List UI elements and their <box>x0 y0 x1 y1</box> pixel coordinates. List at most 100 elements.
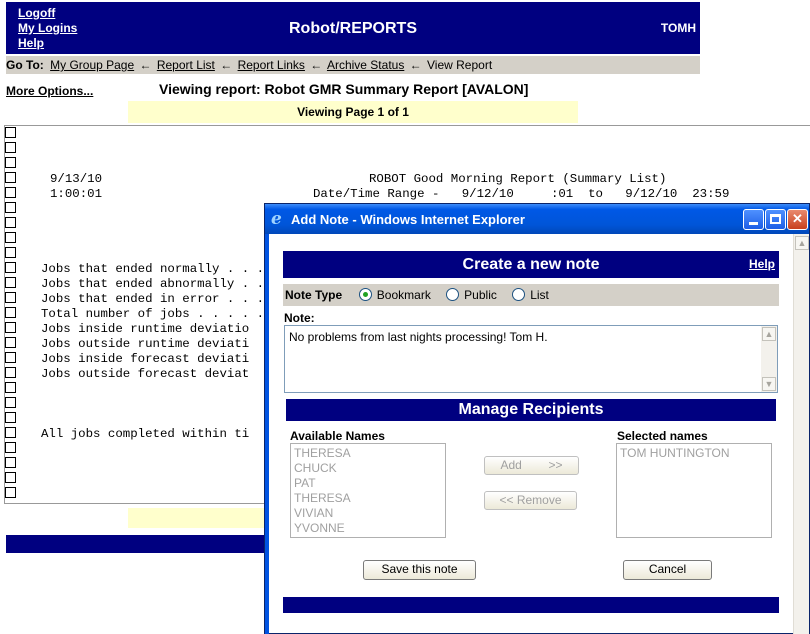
line-checkbox[interactable] <box>5 412 16 423</box>
note-type-bookmark[interactable]: Bookmark <box>358 288 431 302</box>
arrow-left-icon: ← <box>139 58 152 72</box>
app-title: Robot/REPORTS <box>289 20 417 37</box>
line-checkbox[interactable] <box>5 352 16 363</box>
line-checkbox[interactable] <box>5 307 16 318</box>
goto-breadcrumb: Go To: My Group Page ← Report List ← Rep… <box>6 56 700 74</box>
dialog-scrollbar[interactable]: ▲ <box>793 234 809 634</box>
page-prefix: Viewing Page <box>297 105 375 119</box>
list-item[interactable]: THERESA <box>294 446 442 461</box>
selected-names-list[interactable]: TOM HUNTINGTON <box>616 443 772 538</box>
report-date: 9/13/10 <box>50 172 103 186</box>
note-type-public[interactable]: Public <box>446 288 497 302</box>
report-row: Jobs inside forecast deviati <box>41 352 250 366</box>
list-item[interactable]: THERESA <box>294 491 442 506</box>
note-type-label: Note Type <box>285 288 343 302</box>
line-checkbox[interactable] <box>5 442 16 453</box>
logoff-link[interactable]: Logoff <box>18 6 77 21</box>
close-icon: ✕ <box>792 211 803 226</box>
line-checkbox[interactable] <box>5 472 16 483</box>
line-checkbox[interactable] <box>5 217 16 228</box>
line-checkbox[interactable] <box>5 487 16 498</box>
more-options-link[interactable]: More Options... <box>6 84 93 98</box>
line-checkbox[interactable] <box>5 292 16 303</box>
page-indicator: Viewing Page 1 of 1 <box>128 101 578 123</box>
line-checkbox[interactable] <box>5 397 16 408</box>
available-names-list[interactable]: THERESA CHUCK PAT THERESA VIVIAN YVONNE <box>290 443 446 538</box>
report-time: 1:00:01 <box>50 187 103 201</box>
page-total: 1 <box>402 105 409 119</box>
note-type-bookmark-label: Bookmark <box>376 288 431 302</box>
close-button[interactable]: ✕ <box>787 209 808 230</box>
line-checkbox[interactable] <box>5 247 16 258</box>
report-row: Jobs outside runtime deviati <box>41 337 250 351</box>
manage-recipients-header: Manage Recipients <box>286 399 776 421</box>
note-textarea[interactable]: No problems from last nights processing!… <box>284 325 778 393</box>
dialog-titlebar[interactable]: e Add Note - Windows Internet Explorer ✕ <box>265 204 809 234</box>
dialog-body: Create a new note Help Note Type Bookmar… <box>269 234 797 632</box>
minimize-button[interactable] <box>743 209 764 230</box>
help-link[interactable]: Help <box>18 36 77 51</box>
add-recipient-button[interactable]: Add >> <box>484 456 579 475</box>
line-checkbox[interactable] <box>5 187 16 198</box>
scroll-up-icon[interactable]: ▲ <box>795 236 809 250</box>
report-row: Jobs that ended normally . . . <box>41 262 265 276</box>
cancel-button[interactable]: Cancel <box>623 560 712 580</box>
report-divider-bottom <box>4 503 266 504</box>
line-checkbox[interactable] <box>5 382 16 393</box>
line-checkbox[interactable] <box>5 202 16 213</box>
radio-selected-icon[interactable] <box>358 288 372 301</box>
report-row: Jobs that ended abnormally . . <box>41 277 265 291</box>
save-note-button[interactable]: Save this note <box>363 560 476 580</box>
list-item[interactable]: YVONNE <box>294 521 442 536</box>
note-scrollbar[interactable]: ▲ ▼ <box>761 326 777 392</box>
radio-icon[interactable] <box>512 288 526 301</box>
line-checkbox[interactable] <box>5 262 16 273</box>
report-row: Jobs that ended in error . . . <box>41 292 265 306</box>
list-item[interactable]: TOM HUNTINGTON <box>620 446 768 461</box>
list-item[interactable]: CHUCK <box>294 461 442 476</box>
dialog-help-link[interactable]: Help <box>749 257 775 271</box>
line-checkbox[interactable] <box>5 142 16 153</box>
line-checkbox[interactable] <box>5 232 16 243</box>
goto-my-group-page[interactable]: My Group Page <box>50 58 134 72</box>
goto-report-list[interactable]: Report List <box>157 58 215 72</box>
list-item[interactable]: VIVIAN <box>294 506 442 521</box>
line-checkbox[interactable] <box>5 157 16 168</box>
note-type-list-label: List <box>530 288 549 302</box>
user-name: TOMH <box>660 21 696 35</box>
viewing-report-title: Viewing report: Robot GMR Summary Report… <box>159 81 529 97</box>
line-checkbox[interactable] <box>5 127 16 138</box>
scroll-down-icon[interactable]: ▼ <box>762 377 776 391</box>
goto-archive-status[interactable]: Archive Status <box>327 58 404 72</box>
note-type-row: Note Type Bookmark Public List <box>283 284 779 306</box>
line-checkbox[interactable] <box>5 457 16 468</box>
line-checkbox[interactable] <box>5 367 16 378</box>
maximize-button[interactable] <box>765 209 786 230</box>
create-note-header: Create a new note Help <box>283 251 779 278</box>
line-checkbox[interactable] <box>5 172 16 183</box>
note-text: No problems from last nights processing!… <box>289 330 548 344</box>
line-checkbox[interactable] <box>5 427 16 438</box>
scroll-up-icon[interactable]: ▲ <box>762 327 776 341</box>
goto-report-links[interactable]: Report Links <box>238 58 305 72</box>
dialog-title: Add Note - Windows Internet Explorer <box>291 212 525 227</box>
note-type-public-label: Public <box>464 288 497 302</box>
maximize-icon <box>770 214 781 224</box>
page-current: 1 <box>377 105 385 119</box>
line-checkbox[interactable] <box>5 322 16 333</box>
report-completed-line: All jobs completed within ti <box>41 427 250 441</box>
radio-icon[interactable] <box>446 288 460 301</box>
line-checkbox[interactable] <box>5 277 16 288</box>
report-row: Jobs outside forecast deviat <box>41 367 250 381</box>
create-note-heading: Create a new note <box>462 256 600 273</box>
remove-recipient-button[interactable]: << Remove <box>484 491 577 510</box>
page-indicator-bottom <box>128 508 268 528</box>
note-type-list[interactable]: List <box>512 288 549 302</box>
line-checkbox[interactable] <box>5 337 16 348</box>
report-date-range: Date/Time Range - 9/12/10 :01 to 9/12/10… <box>313 187 730 201</box>
arrow-left-icon: ← <box>220 58 233 72</box>
add-note-dialog: e Add Note - Windows Internet Explorer ✕… <box>264 203 810 634</box>
list-item[interactable]: PAT <box>294 476 442 491</box>
report-row: Jobs inside runtime deviatio <box>41 322 250 336</box>
arrow-left-icon: ← <box>409 58 422 72</box>
